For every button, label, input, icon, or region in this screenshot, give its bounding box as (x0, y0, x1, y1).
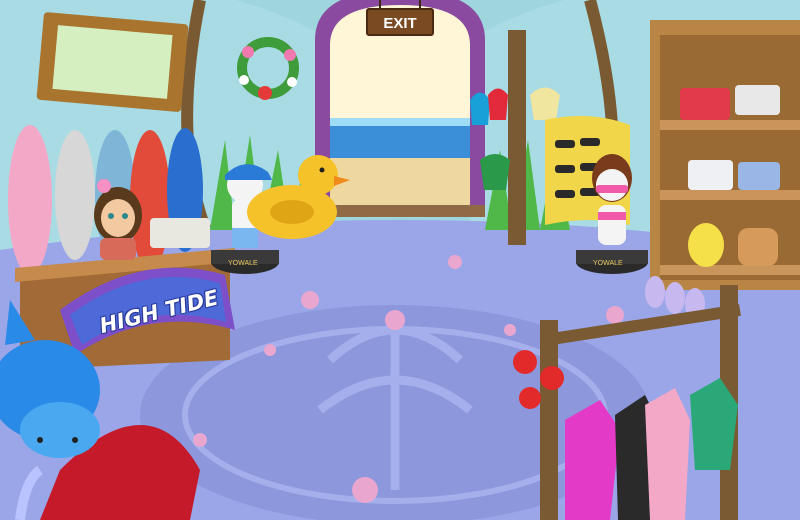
horizon (330, 118, 470, 126)
beach-sand (330, 158, 470, 205)
picture-canvas (52, 25, 173, 99)
shop-scene: EXIT HIGH TIDE YOWALE YOWALE (0, 0, 800, 520)
mannequin-base-label-left: YOWALE (228, 260, 258, 267)
swimsuit-pole (508, 30, 526, 245)
exit-button[interactable]: EXIT (366, 8, 434, 36)
clothing-rack-post-left (540, 320, 558, 520)
door-step (325, 205, 485, 217)
cash-register[interactable] (150, 218, 210, 248)
clothing-shelf[interactable] (650, 20, 800, 290)
mannequin-base-label-right: YOWALE (593, 260, 623, 267)
scene-art (0, 0, 800, 520)
